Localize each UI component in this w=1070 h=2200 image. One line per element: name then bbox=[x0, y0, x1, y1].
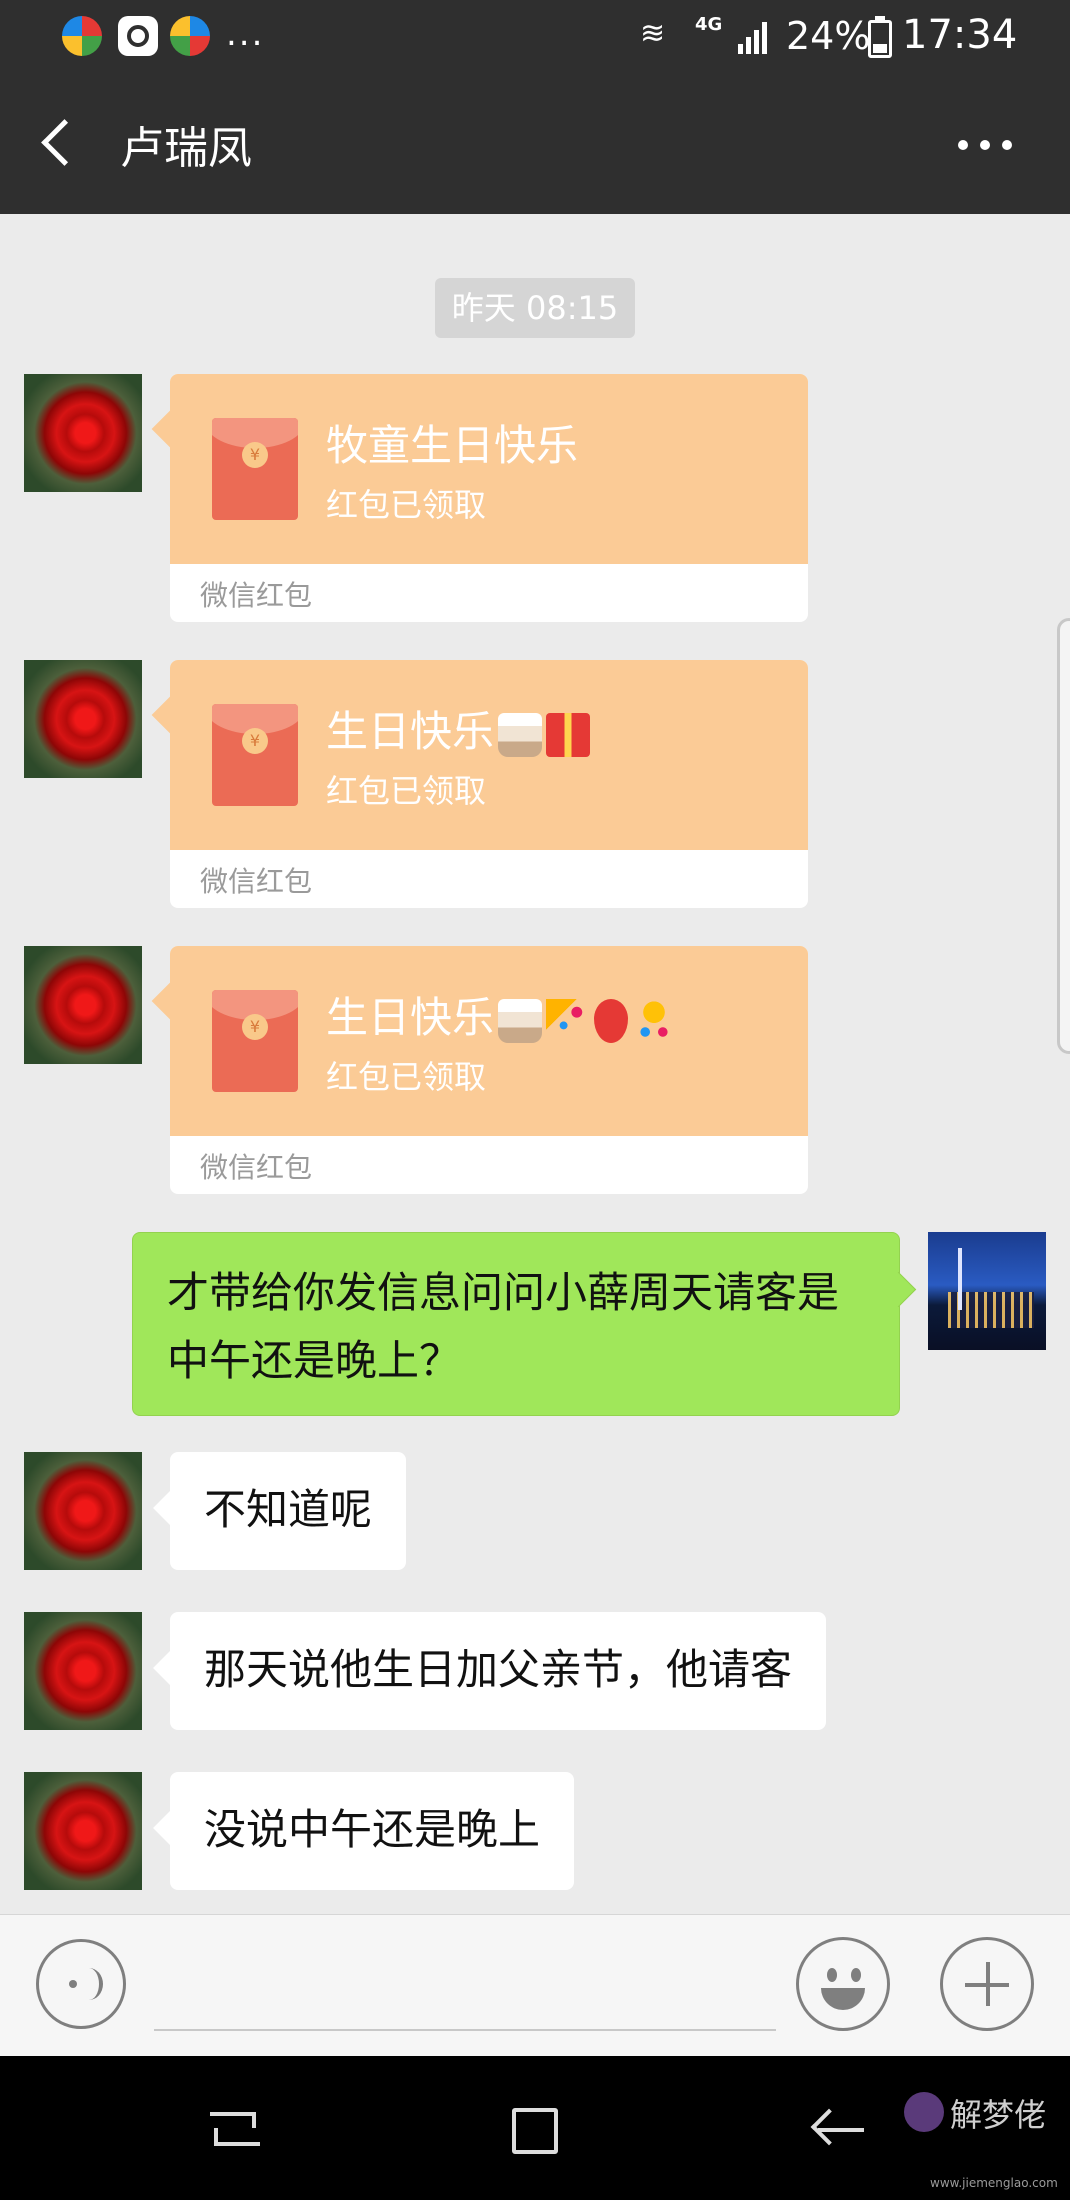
red-packet-status: 红包已领取 bbox=[326, 486, 487, 524]
page-title: 卢瑞凤 bbox=[120, 123, 252, 174]
emoji-icon[interactable] bbox=[796, 1937, 890, 2031]
red-packet-label: 微信红包 bbox=[200, 865, 313, 898]
signal-icon bbox=[738, 18, 772, 54]
message-list[interactable]: 昨天 08:15 ¥ 牧童生日快乐 红包已领取 微信红包 ¥ 生日快乐 红包已领… bbox=[0, 214, 1070, 1914]
watermark-text: 解梦佬 bbox=[950, 2096, 1047, 2134]
balloon-icon bbox=[594, 998, 629, 1043]
system-nav-bar bbox=[0, 2056, 1070, 2200]
sent-message-bubble[interactable]: 才带给你发信息问问小薛周天请客是中午还是晚上？ bbox=[132, 1232, 900, 1416]
red-packet-title: 生日快乐 bbox=[326, 984, 677, 1045]
red-envelope-icon: ¥ bbox=[212, 704, 298, 806]
wifi-icon: ≋ bbox=[640, 16, 666, 51]
contact-avatar[interactable] bbox=[24, 374, 142, 492]
red-packet-message[interactable]: ¥ 牧童生日快乐 红包已领取 微信红包 bbox=[170, 374, 808, 622]
received-message-bubble[interactable]: 不知道呢 bbox=[170, 1452, 407, 1570]
battery-icon bbox=[868, 16, 892, 58]
chat-header: 卢瑞凤 bbox=[0, 72, 1070, 214]
voice-icon[interactable] bbox=[36, 1939, 126, 2029]
clock: 17:34 bbox=[902, 12, 1018, 58]
cake-icon bbox=[498, 998, 543, 1043]
red-envelope-icon: ¥ bbox=[212, 990, 298, 1092]
recent-apps-icon[interactable] bbox=[210, 2106, 260, 2150]
app-notification-icon bbox=[118, 16, 158, 56]
red-packet-title: 牧童生日快乐 bbox=[326, 421, 579, 470]
red-packet-status: 红包已领取 bbox=[326, 1058, 487, 1096]
more-horizontal-icon[interactable] bbox=[952, 122, 1024, 166]
party-popper-icon bbox=[546, 998, 591, 1043]
input-bar bbox=[0, 1914, 1070, 2056]
message-input[interactable] bbox=[154, 1947, 776, 2031]
red-packet-message[interactable]: ¥ 生日快乐 红包已领取 微信红包 bbox=[170, 660, 808, 908]
contact-avatar[interactable] bbox=[24, 1452, 142, 1570]
back-arrow-icon[interactable] bbox=[810, 2108, 866, 2152]
red-packet-label: 微信红包 bbox=[200, 579, 313, 612]
message-timestamp: 昨天 08:15 bbox=[435, 278, 635, 338]
contact-avatar[interactable] bbox=[24, 1772, 142, 1890]
red-packet-status: 红包已领取 bbox=[326, 772, 487, 810]
cake-icon bbox=[498, 712, 543, 757]
red-packet-title: 生日快乐 bbox=[326, 698, 591, 759]
red-packet-label: 微信红包 bbox=[200, 1151, 313, 1184]
contact-avatar[interactable] bbox=[24, 660, 142, 778]
network-type: 4G bbox=[695, 14, 723, 35]
home-icon[interactable] bbox=[512, 2108, 558, 2154]
red-envelope-icon: ¥ bbox=[212, 418, 298, 520]
received-message-bubble[interactable]: 没说中午还是晚上 bbox=[170, 1772, 575, 1890]
scroll-handle[interactable] bbox=[1057, 618, 1070, 1054]
more-notifications: ... bbox=[226, 14, 265, 54]
received-message-bubble[interactable]: 那天说他生日加父亲节，他请客 bbox=[170, 1612, 827, 1730]
contact-avatar[interactable] bbox=[24, 1612, 142, 1730]
app-notification-icon bbox=[170, 16, 210, 56]
battery-percent: 24% bbox=[786, 14, 871, 58]
confetti-ball-icon bbox=[632, 998, 677, 1043]
plus-icon[interactable] bbox=[940, 1937, 1034, 2031]
app-notification-icon bbox=[62, 16, 102, 56]
my-avatar[interactable] bbox=[928, 1232, 1046, 1350]
status-bar: ... ≋ 4G 24% 17:34 bbox=[0, 0, 1070, 72]
watermark-url: www.jiemenglao.com bbox=[930, 2176, 1058, 2190]
chevron-left-icon[interactable] bbox=[30, 106, 90, 178]
red-packet-message[interactable]: ¥ 生日快乐 红包已领取 微信红包 bbox=[170, 946, 808, 1194]
watermark-logo bbox=[904, 2092, 944, 2132]
gift-icon bbox=[546, 712, 591, 757]
contact-avatar[interactable] bbox=[24, 946, 142, 1064]
